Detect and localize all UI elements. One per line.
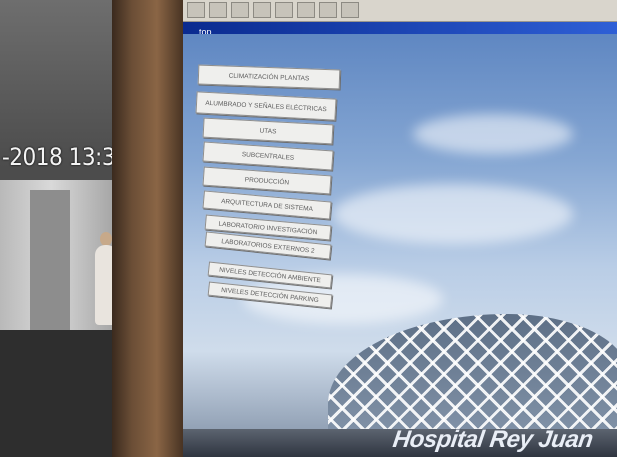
toolbar-icon-8[interactable] [341, 2, 359, 18]
cloud [333, 184, 573, 244]
cctv-monitor: -2018 13:30:0 [0, 0, 128, 457]
window-titlebar: top [183, 22, 617, 37]
toolbar-icon-3[interactable] [231, 2, 249, 18]
cctv-door [30, 190, 70, 330]
toolbar-icon-7[interactable] [319, 2, 337, 18]
toolbar-icon-6[interactable] [297, 2, 315, 18]
hospital-sign: Hospital Rey Juan [391, 426, 595, 453]
toolbar-icon-5[interactable] [275, 2, 293, 18]
cloud [413, 114, 573, 154]
cctv-timestamp: -2018 13:30:0 [2, 143, 128, 171]
toolbar-icon-2[interactable] [209, 2, 227, 18]
cctv-person-head [100, 232, 112, 246]
toolbar-icon-1[interactable] [187, 2, 205, 18]
toolbar-icon-4[interactable] [253, 2, 271, 18]
scada-screen: top Hospital Rey Juan CLIMATIZACIÓN PLAN… [183, 0, 617, 457]
toolbar [183, 0, 617, 22]
cctv-floor [0, 330, 128, 457]
